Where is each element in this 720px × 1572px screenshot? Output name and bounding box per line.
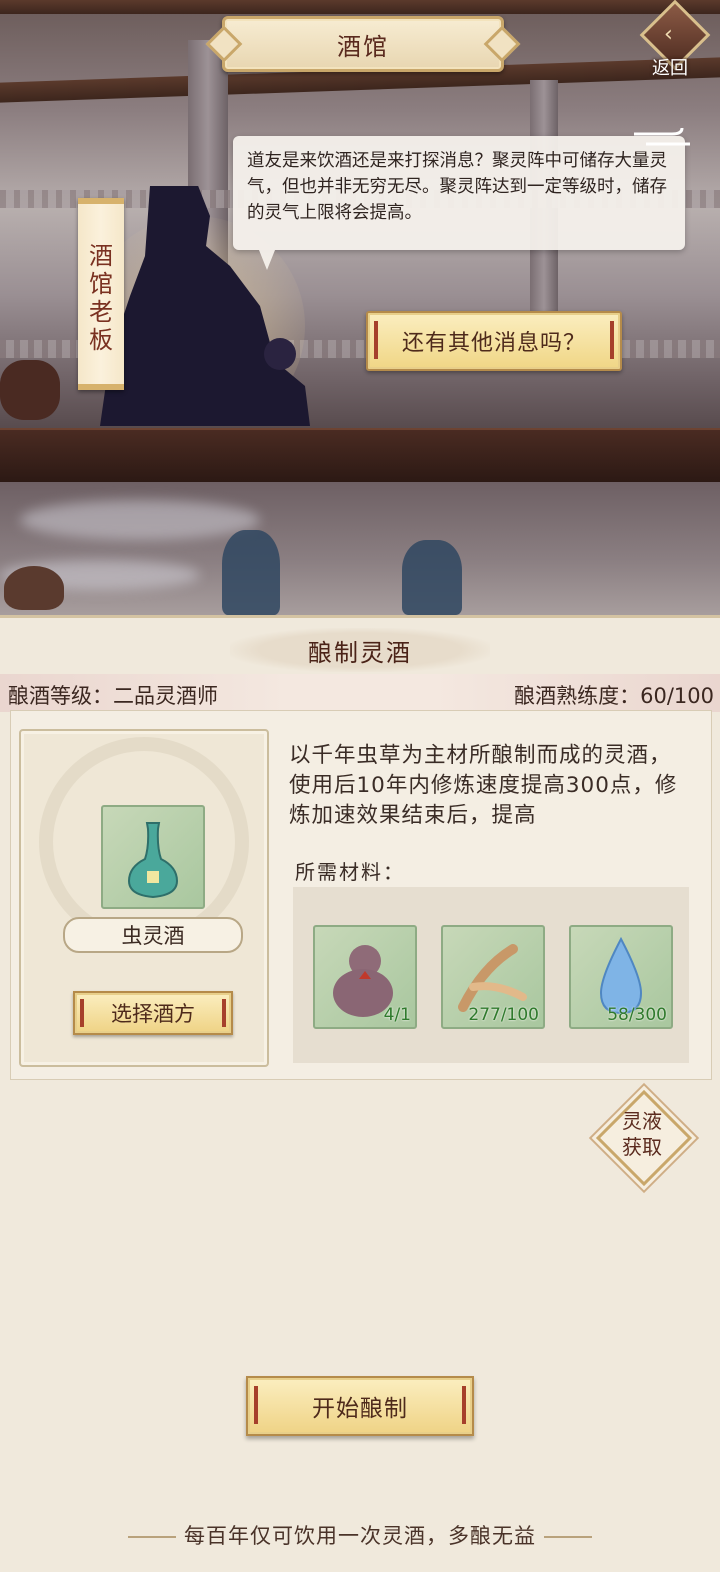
teapot — [4, 566, 64, 610]
divider — [544, 1536, 592, 1538]
npc-dialog-bubble: 道友是来饮酒还是来打探消息？聚灵阵中可储存大量灵气，但也并非无穷无尽。聚灵阵达到… — [233, 136, 685, 270]
footer-note: 每百年仅可饮用一次灵酒，多酿无益 — [184, 1524, 536, 1548]
brew-proficiency: 酿酒熟练度：60/100 — [514, 684, 714, 708]
get-spirit-liquid-button[interactable]: 灵液 获取 — [595, 1089, 693, 1187]
wine-description: 以千年虫草为主材所酿制而成的灵酒，使用后10年内修炼速度提高300点，修炼加速效… — [289, 743, 678, 828]
wine-jar — [0, 360, 60, 420]
brew-content: 虫灵酒 选择酒方 以千年虫草为主材所酿制而成的灵酒，使用后10年内修炼速度提高3… — [10, 710, 712, 1080]
liquid-label-line1: 灵液 — [622, 1109, 662, 1133]
brew-panel: 酿制灵酒 酿酒等级：二品灵酒师 酿酒熟练度：60/100 虫灵酒 选择酒方 以千… — [0, 615, 720, 1572]
brew-level: 酿酒等级：二品灵酒师 — [8, 684, 218, 708]
patron-silhouette — [222, 530, 280, 615]
materials-list: 4/1 277/100 58/300 — [293, 887, 689, 1063]
mist — [20, 500, 260, 540]
materials-label: 所需材料： — [295, 860, 405, 884]
patron-silhouette — [402, 540, 462, 615]
footer-note-row: 每百年仅可饮用一次灵酒，多酿无益 — [0, 1520, 720, 1550]
material-count: 277/100 — [468, 1005, 539, 1025]
liquid-button-label: 灵液 获取 — [618, 1108, 666, 1160]
roof-beam-top — [0, 0, 720, 14]
material-slot[interactable]: 58/300 — [569, 925, 673, 1029]
material-count: 4/1 — [383, 1005, 411, 1025]
brew-stats-bar: 酿酒等级：二品灵酒师 酿酒熟练度：60/100 — [0, 674, 720, 712]
brew-panel-title: 酿制灵酒 — [230, 628, 490, 672]
other-news-button[interactable]: 还有其他消息吗？ — [366, 311, 622, 371]
select-recipe-button[interactable]: 选择酒方 — [73, 991, 233, 1035]
divider — [128, 1536, 176, 1538]
material-slot[interactable]: 277/100 — [441, 925, 545, 1029]
material-count: 58/300 — [607, 1005, 667, 1025]
back-button[interactable]: ‹ 返回 — [639, 0, 712, 80]
tavern-scene: 酒馆老板 酒馆 ‹ 返回 道友是来饮酒还是来打探消息？聚灵阵中可储存大量灵气，但… — [0, 0, 720, 615]
cloud-ornament-icon — [634, 127, 690, 146]
npc-name-banner: 酒馆老板 — [78, 198, 124, 390]
start-brewing-button[interactable]: 开始酿制 — [246, 1376, 474, 1436]
npc-dialog-text: 道友是来饮酒还是来打探消息？聚灵阵中可储存大量灵气，但也并非无穷无尽。聚灵阵达到… — [247, 151, 667, 223]
npc-name: 酒馆老板 — [89, 242, 113, 354]
bar-counter — [0, 428, 720, 482]
vase-icon — [127, 822, 179, 899]
back-label: 返回 — [652, 58, 688, 79]
wine-item-name: 虫灵酒 — [63, 917, 243, 953]
back-arrow-icon: ‹ — [664, 22, 673, 47]
wine-item-slot[interactable] — [101, 805, 205, 909]
recipe-card: 虫灵酒 选择酒方 — [19, 729, 269, 1067]
material-slot[interactable]: 4/1 — [313, 925, 417, 1029]
liquid-label-line2: 获取 — [622, 1135, 662, 1159]
page-title: 酒馆 — [222, 16, 504, 72]
